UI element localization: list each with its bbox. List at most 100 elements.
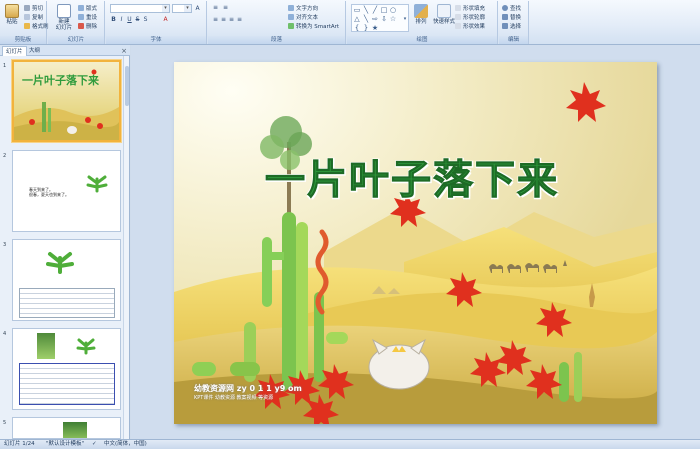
- slide-thumbnail-2[interactable]: 春天到来了。 很春，夏天也到来了。: [12, 150, 121, 232]
- paste-icon: [5, 4, 19, 18]
- new-slide-button[interactable]: 新建 幻灯片: [52, 3, 76, 33]
- smartart-icon: [288, 22, 294, 29]
- leaf-icon: [86, 175, 108, 193]
- theme-name[interactable]: "默认设计模板": [46, 440, 84, 449]
- slide-thumbnail-5[interactable]: [12, 417, 121, 439]
- language-indicator[interactable]: 中文(简体，中国): [104, 440, 147, 449]
- triangle-icon[interactable]: △: [353, 15, 361, 23]
- delete-button[interactable]: 删除: [78, 21, 97, 30]
- align-right-icon[interactable]: ≡: [228, 16, 235, 23]
- arrow-icon[interactable]: ⇩: [380, 15, 388, 23]
- shape-outline-button[interactable]: 形状轮廓: [455, 12, 485, 21]
- arrange-icon: [414, 4, 428, 18]
- current-slide[interactable]: 一片叶子落下来 幼教资源网 zy 0 1 1 y9 om KPT课件 幼教资源 …: [174, 62, 657, 424]
- star-icon[interactable]: ★: [371, 24, 379, 32]
- chevron-down-icon[interactable]: ▾: [401, 15, 409, 23]
- slides-pane: 幻灯片 大纲 × 1 一片叶子落下来 2 春天到来了。 很春，夏天也到来了。 3: [0, 45, 130, 439]
- shape-fill-button[interactable]: 形状填充: [455, 3, 485, 12]
- align-left-icon[interactable]: ≡: [212, 16, 219, 23]
- scissors-icon: [24, 4, 30, 11]
- arrow-icon[interactable]: ⇨: [371, 15, 379, 23]
- sleeping-creature: [368, 338, 430, 390]
- font-group: ▾ ▾ A B I U S S A 字体: [106, 1, 207, 44]
- outline-icon: [455, 13, 461, 20]
- oval-icon[interactable]: ○: [389, 6, 397, 14]
- pane-tabs: 幻灯片 大纲 ×: [0, 45, 130, 56]
- chevron-down-icon: ▾: [162, 5, 169, 12]
- reset-button[interactable]: 重设: [78, 12, 97, 21]
- scrollbar-thumb[interactable]: [125, 66, 129, 106]
- numbering-icon[interactable]: ≡: [222, 4, 229, 11]
- line-icon[interactable]: ╲: [362, 6, 370, 14]
- bold-icon[interactable]: B: [110, 16, 117, 23]
- editing-group: 查找 替换 选择 编辑: [499, 1, 529, 44]
- font-name-combo[interactable]: ▾: [110, 4, 170, 13]
- find-button[interactable]: 查找: [502, 3, 521, 12]
- font-size-combo[interactable]: ▾: [172, 4, 192, 13]
- format-painter-button[interactable]: 格式刷: [24, 21, 49, 30]
- text-direction-icon: [288, 4, 294, 11]
- effects-icon: [455, 22, 461, 29]
- close-icon[interactable]: ×: [121, 46, 127, 56]
- underline-icon[interactable]: U: [126, 16, 133, 23]
- ribbon: 粘贴 剪切 复制 格式刷 剪贴板 新建 幻灯片 版式 重设 删除 幻灯片 ▾ ▾…: [0, 0, 700, 45]
- clipboard-group: 粘贴 剪切 复制 格式刷 剪贴板: [0, 1, 49, 44]
- convert-smartart-button[interactable]: 转换为 SmartArt: [288, 21, 339, 30]
- cursor-icon: [502, 22, 508, 29]
- strikethrough-icon[interactable]: S: [134, 16, 141, 23]
- grow-font-icon[interactable]: A: [194, 5, 201, 12]
- drawing-group-label: 绘图: [347, 36, 497, 44]
- slide-thumbnail-4[interactable]: [12, 328, 121, 410]
- chevron-down-icon: ▾: [184, 5, 191, 12]
- status-bar: 幻灯片 1/24 "默认设计模板" ✓ 中文(简体，中国): [0, 439, 700, 449]
- thumb-5-image: [63, 422, 87, 438]
- rectangle-icon[interactable]: □: [380, 6, 388, 14]
- text-direction-button[interactable]: 文字方向: [288, 3, 318, 12]
- slide-watermark: 幼教资源网 zy 0 1 1 y9 om: [194, 384, 302, 393]
- quick-styles-button[interactable]: 快速样式: [433, 3, 455, 33]
- shape-effects-button[interactable]: 形状效果: [455, 21, 485, 30]
- layout-button[interactable]: 版式: [78, 3, 97, 12]
- rectangle-icon[interactable]: ▭: [353, 6, 361, 14]
- thumb-4-image: [37, 333, 55, 359]
- thumb-number: 1: [3, 63, 7, 69]
- justify-icon[interactable]: ≡: [236, 16, 243, 23]
- select-button[interactable]: 选择: [502, 21, 521, 30]
- spell-check-icon[interactable]: ✓: [92, 440, 97, 449]
- copy-icon: [24, 13, 30, 20]
- paste-button[interactable]: 粘贴: [2, 3, 22, 33]
- font-color-icon[interactable]: A: [162, 16, 169, 23]
- line-icon[interactable]: ╲: [362, 15, 370, 23]
- thumb-3-textbox: [19, 288, 115, 318]
- fill-icon: [455, 4, 461, 11]
- italic-icon[interactable]: I: [118, 16, 125, 23]
- pane-scrollbar[interactable]: [123, 56, 129, 439]
- thumb-number: 3: [3, 242, 7, 248]
- slide-title[interactable]: 一片叶子落下来: [202, 147, 622, 205]
- thumb-1-title: 一片叶子落下来: [22, 74, 99, 87]
- tab-slides[interactable]: 幻灯片: [2, 46, 27, 56]
- shadow-icon[interactable]: S: [142, 16, 149, 23]
- align-text-button[interactable]: 对齐文本: [288, 12, 318, 21]
- slide-thumbnail-3[interactable]: [12, 239, 121, 321]
- replace-button[interactable]: 替换: [502, 12, 521, 21]
- leaf-icon: [46, 252, 74, 274]
- copy-button[interactable]: 复制: [24, 12, 43, 21]
- brace-icon[interactable]: }: [362, 24, 370, 32]
- layout-icon: [78, 4, 84, 11]
- reset-icon: [78, 13, 84, 20]
- star-icon[interactable]: ☆: [389, 15, 397, 23]
- slide-thumbnail-1[interactable]: 一片叶子落下来: [12, 60, 121, 142]
- cut-button[interactable]: 剪切: [24, 3, 43, 12]
- line-icon[interactable]: ╱: [371, 6, 379, 14]
- bullets-icon[interactable]: ≡: [212, 4, 219, 11]
- slides-group-label: 幻灯片: [48, 36, 104, 44]
- thumb-2-text: 春天到来了。 很春，夏天也到来了。: [29, 187, 69, 197]
- tab-outline[interactable]: 大纲: [26, 46, 43, 56]
- arrange-button[interactable]: 排列: [411, 3, 431, 33]
- slides-group: 新建 幻灯片 版式 重设 删除 幻灯片: [48, 1, 105, 44]
- slide-watermark-small: KPT课件 幼教资源 教案视频 等资源: [194, 395, 274, 401]
- brace-icon[interactable]: {: [353, 24, 361, 32]
- shapes-gallery[interactable]: ▭ ╲ ╱ □ ○ △ ╲ ⇨ ⇩ ☆ { } ★ ▾: [351, 4, 409, 32]
- align-center-icon[interactable]: ≡: [220, 16, 227, 23]
